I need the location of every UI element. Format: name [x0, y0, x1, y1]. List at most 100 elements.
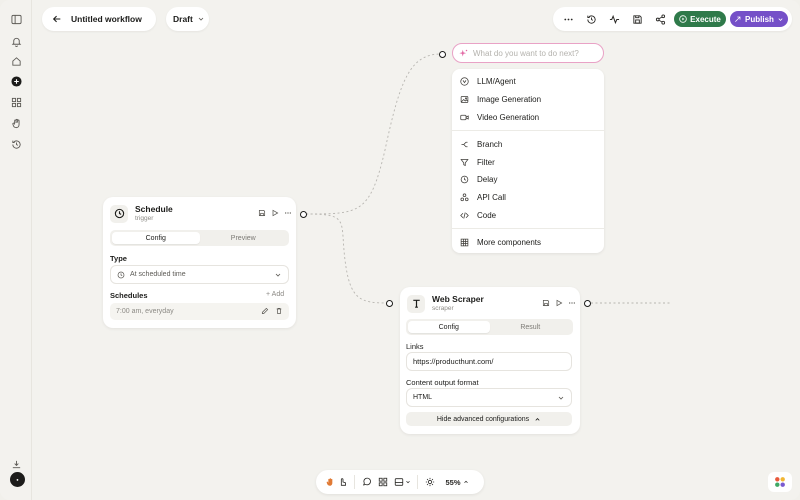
- format-value: HTML: [413, 394, 433, 401]
- pointer-icon[interactable]: [336, 470, 350, 494]
- type-label: Type: [110, 254, 127, 263]
- play-icon[interactable]: [555, 299, 563, 307]
- web-scraper-node[interactable]: Web Scraper scraper Config Result Links …: [400, 287, 580, 434]
- links-label: Links: [406, 342, 424, 351]
- activity-icon[interactable]: [603, 7, 626, 31]
- node-header: Schedule trigger: [110, 204, 173, 223]
- menu-item-label: Code: [477, 210, 497, 220]
- history-icon[interactable]: [580, 7, 603, 31]
- components-icon[interactable]: [375, 470, 391, 494]
- comment-icon[interactable]: [359, 470, 375, 494]
- menu-item-code[interactable]: Code: [452, 207, 604, 225]
- menu-item-label: Video Generation: [477, 112, 540, 122]
- share-icon[interactable]: [649, 7, 672, 31]
- menu-item-llm-agent[interactable]: LLM/Agent: [452, 73, 604, 91]
- zoom-dropdown[interactable]: 55%: [442, 470, 472, 494]
- save-icon[interactable]: [626, 7, 649, 31]
- tab-config[interactable]: Config: [112, 232, 200, 244]
- schedule-item-label: 7:00 am, everyday: [116, 308, 174, 315]
- links-input[interactable]: https://producthunt.com/: [406, 352, 572, 371]
- next-step-placeholder: What do you want to do next?: [473, 48, 579, 58]
- apps-icon: [775, 477, 785, 487]
- format-select[interactable]: HTML: [406, 388, 572, 407]
- edit-icon[interactable]: [261, 307, 269, 315]
- menu-item-label: Delay: [477, 175, 498, 185]
- node-actions: [542, 299, 576, 307]
- menu-item-image-generation[interactable]: Image Generation: [452, 91, 604, 109]
- clock-icon: [460, 176, 469, 184]
- code-icon: [460, 212, 469, 219]
- trash-icon[interactable]: [275, 307, 283, 315]
- hide-advanced-button[interactable]: Hide advanced configurations: [406, 412, 572, 426]
- workflow-title[interactable]: Untitled workflow: [71, 14, 142, 24]
- menu-divider: [452, 228, 604, 230]
- play-circle-icon: [679, 15, 687, 23]
- menu-item-label: Image Generation: [477, 95, 542, 105]
- clock-icon: [117, 271, 125, 278]
- links-value: https://producthunt.com/: [413, 357, 494, 366]
- sparkle-icon: [459, 49, 468, 56]
- node-subtitle: scraper: [432, 305, 454, 312]
- menu-item-label: API Call: [477, 193, 506, 203]
- menu-item-filter[interactable]: Filter: [452, 153, 604, 171]
- save-icon[interactable]: [258, 209, 266, 217]
- menu-item-label: Filter: [477, 157, 495, 167]
- video-icon: [460, 114, 469, 121]
- type-select[interactable]: At scheduled time: [110, 265, 289, 284]
- node-subtitle: trigger: [135, 215, 154, 222]
- publish-button[interactable]: Publish: [730, 11, 788, 27]
- next-step-input[interactable]: What do you want to do next?: [452, 43, 604, 63]
- execute-label: Execute: [690, 14, 721, 24]
- clock-icon: [110, 204, 128, 223]
- node-tabs: Config Preview: [110, 230, 289, 246]
- menu-item-branch[interactable]: Branch: [452, 135, 604, 153]
- schedule-node[interactable]: Schedule trigger Config Preview Type At …: [103, 197, 296, 328]
- node-tabs: Config Result: [406, 319, 573, 335]
- execute-button[interactable]: Execute: [674, 11, 726, 27]
- menu-item-more-components[interactable]: More components: [452, 233, 604, 251]
- add-schedule-button[interactable]: + Add: [266, 291, 284, 298]
- bottom-toolbar: 55%: [316, 470, 484, 494]
- schedules-label: Schedules: [110, 291, 148, 300]
- schedule-item[interactable]: 7:00 am, everyday: [110, 303, 289, 320]
- hand-icon[interactable]: [324, 470, 336, 494]
- menu-item-label: LLM/Agent: [477, 77, 516, 87]
- more-icon[interactable]: [557, 7, 580, 31]
- scraper-input-handle[interactable]: [386, 300, 393, 307]
- grid-icon: [460, 238, 469, 247]
- node-title: Schedule: [135, 204, 173, 214]
- tab-config[interactable]: Config: [408, 321, 490, 333]
- menu-item-video-generation[interactable]: Video Generation: [452, 109, 604, 127]
- more-icon[interactable]: [568, 299, 576, 307]
- workflow-title-pill[interactable]: Untitled workflow: [42, 7, 156, 31]
- agent-icon: [460, 77, 469, 87]
- save-icon[interactable]: [542, 299, 550, 307]
- zoom-level: 55%: [445, 477, 461, 487]
- schedule-output-handle[interactable]: [300, 211, 307, 218]
- chevron-down-icon: [197, 15, 205, 23]
- node-title: Web Scraper: [432, 294, 484, 304]
- tab-preview[interactable]: Preview: [200, 232, 288, 244]
- chevron-up-icon: [463, 480, 468, 484]
- type-value: At scheduled time: [130, 271, 186, 278]
- status-dropdown[interactable]: Draft: [166, 7, 209, 31]
- edge-handle[interactable]: [439, 51, 446, 58]
- more-icon[interactable]: [284, 209, 292, 217]
- apps-button[interactable]: [768, 472, 792, 492]
- brightness-icon[interactable]: [422, 470, 438, 494]
- hide-advanced-label: Hide advanced configurations: [436, 415, 530, 423]
- scraper-output-handle[interactable]: [584, 300, 591, 307]
- menu-divider: [452, 130, 604, 132]
- tab-result[interactable]: Result: [490, 321, 572, 333]
- menu-item-api-call[interactable]: API Call: [452, 189, 604, 207]
- publish-label: Publish: [745, 14, 774, 24]
- menu-item-delay[interactable]: Delay: [452, 171, 604, 189]
- toolbar-divider: [417, 475, 418, 489]
- top-toolbar: Execute Publish: [553, 7, 792, 31]
- branch-icon: [461, 141, 468, 147]
- play-icon[interactable]: [271, 209, 279, 217]
- menu-item-label: Branch: [477, 139, 503, 149]
- back-arrow-icon[interactable]: [52, 14, 62, 24]
- menu-item-label: More components: [477, 237, 542, 247]
- layout-dropdown[interactable]: [391, 470, 413, 494]
